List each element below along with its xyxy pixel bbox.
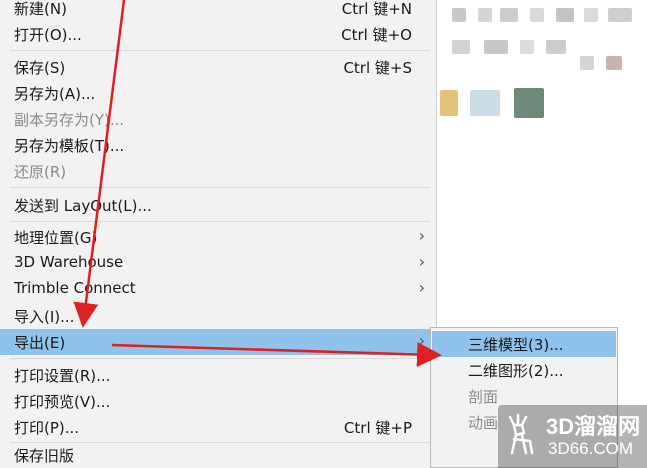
annotation-arrow-right [111, 342, 442, 368]
watermark-url: 3D66.COM [548, 439, 634, 458]
annotation-arrows [73, 0, 442, 368]
annotation-arrow-down [73, 0, 126, 328]
watermark: 3D溜溜网 3D66.COM [498, 405, 647, 468]
deer-logo-icon [508, 413, 534, 455]
watermark-title: 3D溜溜网 [546, 414, 641, 439]
